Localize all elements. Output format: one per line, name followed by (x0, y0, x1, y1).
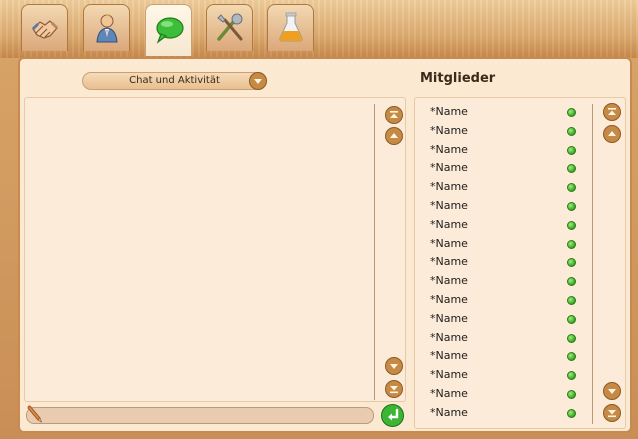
online-status-icon (567, 408, 576, 418)
online-status-icon (567, 390, 576, 399)
send-button[interactable] (381, 404, 404, 427)
chat-activity-dropdown[interactable]: Chat und Aktivität (82, 72, 267, 90)
online-status-icon (567, 145, 576, 155)
member-row[interactable]: *Name (430, 404, 580, 422)
member-row[interactable]: *Name (430, 103, 580, 121)
chat-message-input[interactable] (26, 407, 374, 424)
member-row[interactable]: *Name (430, 122, 580, 140)
dropdown-label: Chat und Aktivität (129, 75, 220, 86)
tab-user[interactable] (83, 4, 130, 51)
online-status-icon (567, 333, 576, 343)
tools-icon (216, 13, 242, 41)
member-row[interactable]: *Name (430, 216, 580, 234)
member-name: *Name (430, 368, 468, 382)
member-name: *Name (430, 236, 468, 250)
online-status-icon (567, 296, 576, 305)
member-row[interactable]: *Name (430, 197, 580, 215)
member-name: *Name (430, 255, 468, 269)
members-scroll-bottom-button[interactable] (603, 404, 621, 422)
online-status-icon (567, 183, 576, 193)
online-status-icon (567, 371, 576, 381)
scroll-top-button[interactable] (385, 106, 403, 124)
online-status-icon (567, 126, 576, 136)
online-status-icon (567, 352, 576, 362)
member-name: *Name (430, 349, 468, 363)
member-row[interactable]: *Name (430, 291, 580, 309)
members-scroll-up-button[interactable] (603, 125, 621, 143)
members-scroll-down-button[interactable] (603, 382, 621, 400)
online-status-icon (567, 164, 576, 174)
chat-log-panel (24, 97, 406, 402)
scroll-down-button[interactable] (385, 357, 403, 375)
member-name: *Name (430, 274, 468, 288)
member-row[interactable]: *Name (430, 141, 580, 159)
chat-scroll-track[interactable] (374, 104, 375, 400)
tab-tools[interactable] (206, 4, 253, 51)
member-row[interactable]: *Name (430, 385, 580, 403)
tab-chat[interactable] (145, 4, 192, 56)
scroll-up-button[interactable] (385, 127, 403, 145)
member-row[interactable]: *Name (430, 235, 580, 253)
flask-icon (278, 12, 303, 42)
member-name: *Name (430, 105, 468, 118)
members-title: Mitglieder (420, 71, 496, 86)
member-name: *Name (430, 311, 468, 325)
online-status-icon (567, 108, 576, 117)
online-status-icon (567, 277, 576, 287)
tab-flask[interactable] (267, 4, 314, 51)
tab-handshake[interactable] (21, 4, 68, 51)
member-row[interactable]: *Name (430, 272, 580, 290)
member-name: *Name (430, 180, 468, 194)
user-icon (95, 14, 118, 43)
chat-bubble-icon (155, 16, 184, 44)
member-name: *Name (430, 161, 468, 175)
online-status-icon (567, 258, 576, 268)
members-scroll-track[interactable] (592, 104, 593, 424)
member-name: *Name (430, 387, 468, 400)
scroll-bottom-button[interactable] (385, 380, 403, 398)
member-name: *Name (430, 123, 468, 137)
member-row[interactable]: *Name (430, 253, 580, 271)
members-scroll-top-button[interactable] (603, 103, 621, 121)
member-row[interactable]: *Name (430, 178, 580, 196)
member-row[interactable]: *Name (430, 366, 580, 384)
online-status-icon (567, 239, 576, 249)
member-row[interactable]: *Name (430, 347, 580, 365)
online-status-icon (567, 220, 576, 230)
member-name: *Name (430, 142, 468, 156)
member-name: *Name (430, 217, 468, 231)
member-name: *Name (430, 293, 468, 306)
pencil-icon (27, 405, 43, 423)
handshake-icon (31, 20, 58, 39)
member-name: *Name (430, 199, 468, 212)
online-status-icon (567, 202, 576, 211)
chevron-down-icon (249, 72, 267, 90)
member-row[interactable]: *Name (430, 329, 580, 347)
member-name: *Name (430, 330, 468, 344)
online-status-icon (567, 314, 576, 324)
member-row[interactable]: *Name (430, 159, 580, 177)
member-row[interactable]: *Name (430, 310, 580, 328)
member-name: *Name (430, 405, 468, 419)
